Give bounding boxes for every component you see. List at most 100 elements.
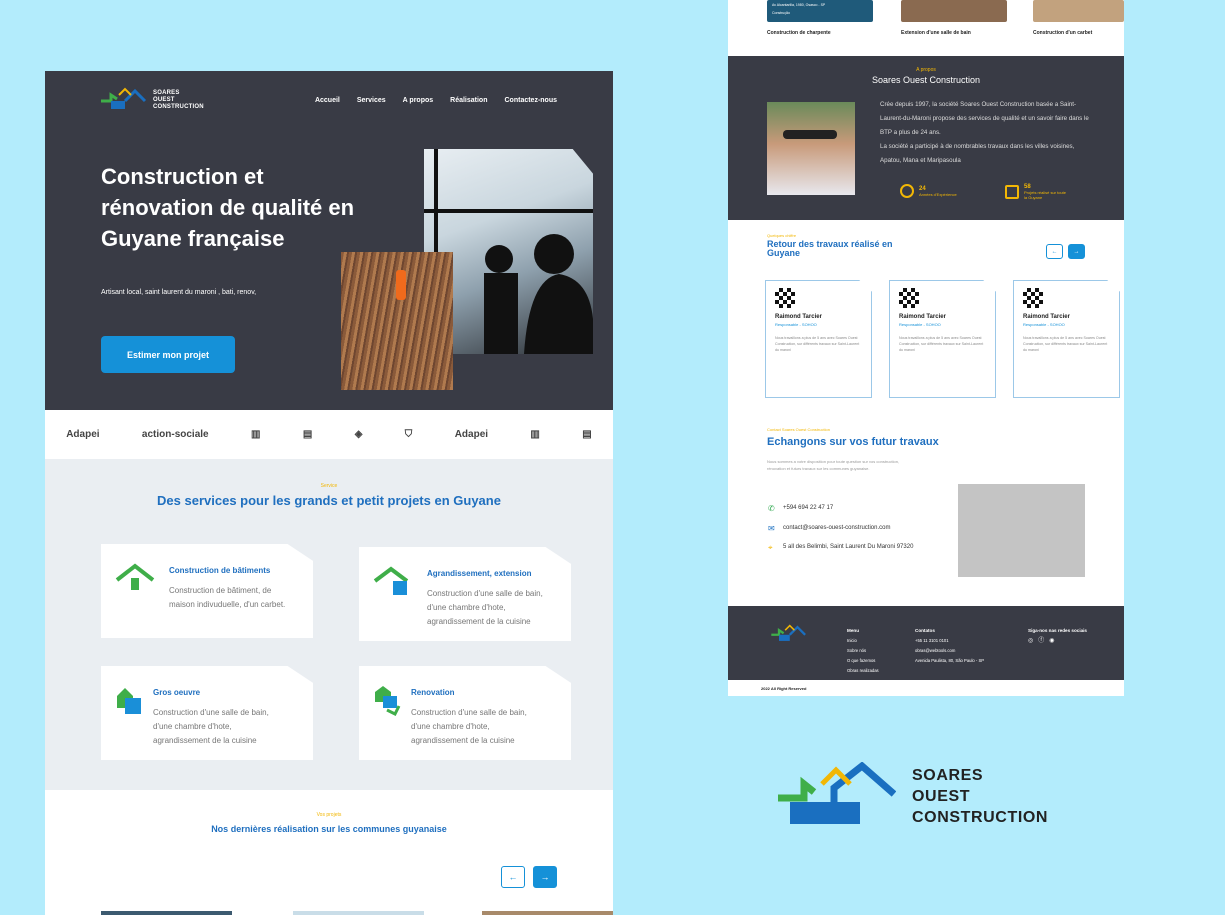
projects-next-button[interactable]: → <box>533 866 557 888</box>
nav-services[interactable]: Services <box>357 97 386 104</box>
map-placeholder[interactable] <box>958 484 1085 577</box>
footer-contacts: Contatos +55 11 3101 0101 obras@webtools… <box>915 628 985 663</box>
service-title: Renovation <box>411 688 455 697</box>
footer-menu: Menu Inicio Sobre nós O que fazemos Obra… <box>847 626 879 676</box>
service-card[interactable]: Agrandissement, extension Construction d… <box>359 547 571 641</box>
hero-title: Construction et rénovation de qualité en… <box>101 164 355 251</box>
realisation-caption: Extension d'une salle de bain <box>901 30 971 36</box>
projects-title: Nos dernières réalisation sur les commun… <box>211 824 447 834</box>
contact-desc: Nous sommes a votre disposition pour tou… <box>767 459 900 471</box>
clock-icon <box>900 184 914 198</box>
landing-page-preview: SOARES OUEST CONSTRUCTION Accueil Servic… <box>45 71 613 915</box>
footer-link[interactable]: Sobre nós <box>847 646 879 656</box>
service-desc: Construction d'une salle de bain, d'une … <box>411 708 527 745</box>
testimonial-card[interactable]: Raimond Tarcier Responsable - SOHOO Nous… <box>1013 280 1120 398</box>
service-desc: Construction d'une salle de bain, d'une … <box>153 708 269 745</box>
logo-line1: SOARES <box>153 89 180 96</box>
twitter-icon[interactable]: ◉ <box>1049 638 1059 644</box>
realisation-caption: Construction de charpente <box>767 30 831 36</box>
logo-line3: CONSTRUCTION <box>912 809 1049 826</box>
logo-icon <box>778 762 896 824</box>
realisation-caption: Construction d'un carbet <box>1033 30 1093 36</box>
qr-icon <box>1023 288 1043 308</box>
testimonial-card[interactable]: Raimond Tarcier Responsable - SOHOO Nous… <box>889 280 996 398</box>
header-logo[interactable]: SOARES OUEST CONSTRUCTION <box>101 87 204 113</box>
stat-experience: 24 Années d'Expérience <box>900 184 957 198</box>
logo-line2: OUEST <box>912 788 971 805</box>
realisation-thumb[interactable] <box>901 0 1007 22</box>
service-card[interactable]: Gros oeuvre Construction d'une salle de … <box>101 666 313 760</box>
service-card[interactable]: Renovation Construction d'une salle de b… <box>359 666 571 760</box>
footer-link[interactable]: O que fazemos <box>847 656 879 666</box>
works-next-button[interactable]: → <box>1068 244 1085 259</box>
brand-logo: SOARES OUEST CONSTRUCTION <box>778 762 1108 832</box>
footer-link[interactable]: Obras realizadas <box>847 666 879 676</box>
services-title: Des services pour les grands et petit pr… <box>157 493 501 508</box>
project-thumb[interactable] <box>293 911 424 915</box>
projects-tag: Vos projets <box>316 812 342 818</box>
contact-address: ⌖ 5 all des Belimbi, Saint Laurent Du Mar… <box>768 543 914 552</box>
service-title: Gros oeuvre <box>153 688 201 697</box>
service-title: Agrandissement, extension <box>427 569 532 578</box>
estimate-button[interactable]: Estimer mon projet <box>101 336 235 373</box>
service-title: Construction de bâtiments <box>169 566 271 575</box>
about-text: Crée depuis 1997, la société Soares Oues… <box>880 98 1090 168</box>
sunglasses-shape <box>783 130 837 139</box>
main-nav: Accueil Services A propos Réalisation Co… <box>315 97 557 104</box>
contact-email[interactable]: ✉ contact@soares-ouest-construction.com <box>768 524 890 533</box>
location-icon: ⌖ <box>768 543 773 552</box>
about-tag: A propos <box>916 67 936 73</box>
logo-line1: SOARES <box>912 767 984 784</box>
partners-strip: Adapei action-sociale ▥ ▤ ◈ ⛉ Adapei ▥ ▤ <box>45 410 613 459</box>
project-thumb[interactable] <box>482 911 613 915</box>
hero-subtitle: Artisant local, saint laurent du maroni … <box>101 289 257 296</box>
partner-logo: ▥ <box>251 429 261 440</box>
partner-logo: ▥ <box>530 429 540 440</box>
logo-line2: OUEST <box>153 96 175 103</box>
works-title: Retour des travaux réalisé en Guyane <box>767 239 893 258</box>
thumb-tag: Construção <box>772 11 790 15</box>
instagram-icon[interactable]: ◎ <box>1028 638 1038 644</box>
owner-photo <box>767 102 855 195</box>
contact-title: Echangons sur vos futur travaux <box>767 436 939 448</box>
qr-icon <box>775 288 795 308</box>
projects-section: Vos projets Nos dernières réalisation su… <box>45 790 613 915</box>
services-tag: Service <box>320 483 338 489</box>
nav-realisation[interactable]: Réalisation <box>450 97 487 104</box>
partner-logo: ◈ <box>354 429 363 440</box>
works-prev-button[interactable]: ← <box>1046 244 1063 259</box>
footer-link[interactable]: Inicio <box>847 636 879 646</box>
testimonial-card[interactable]: Raimond Tarcier Responsable - SOHOO Nous… <box>765 280 872 398</box>
house-icon <box>115 563 155 590</box>
partner-logo: ▤ <box>302 429 313 440</box>
service-desc: Construction d'une salle de bain, d'une … <box>427 589 543 626</box>
about-section: A propos Soares Ouest Construction Crée … <box>728 56 1124 220</box>
nav-contact[interactable]: Contactez-nous <box>505 97 558 104</box>
about-title: Soares Ouest Construction <box>871 75 981 85</box>
contact-tag: Contact Soares Ouest Construction <box>767 427 830 432</box>
hero-photo-site <box>341 252 453 390</box>
hero-section: SOARES OUEST CONSTRUCTION Accueil Servic… <box>45 71 613 410</box>
mail-icon: ✉ <box>768 524 775 533</box>
nav-a-propos[interactable]: A propos <box>403 97 433 104</box>
renovation-icon <box>375 686 401 716</box>
service-card[interactable]: Construction de bâtiments Construction d… <box>101 544 313 638</box>
footer-logo-icon[interactable] <box>770 624 808 644</box>
footer-social: Siga-nos nas redes sociais ◎ⓕ◉ <box>1028 628 1087 644</box>
works-tag: Quelques chiffre <box>767 233 797 238</box>
facebook-icon[interactable]: ⓕ <box>1038 638 1049 644</box>
nav-accueil[interactable]: Accueil <box>315 97 340 104</box>
partner-logo: Adapei <box>66 429 100 440</box>
thumb-address: Av Alcantarilla, 1980, Osasco - SP <box>772 3 826 7</box>
realisation-thumb[interactable] <box>1033 0 1124 22</box>
contact-phone[interactable]: ✆ +594 694 22 47 17 <box>768 504 833 513</box>
about-paragraph-1: Crée depuis 1997, la société Soares Oues… <box>880 101 1089 136</box>
extension-icon <box>373 566 409 595</box>
page-continuation-preview: Av Alcantarilla, 1980, Osasco - SP Const… <box>728 0 1124 696</box>
project-thumb[interactable] <box>101 911 232 915</box>
partner-logo: ⛉ <box>404 429 413 440</box>
worker-figure <box>396 270 406 300</box>
logo-icon <box>101 87 147 109</box>
projects-prev-button[interactable]: ← <box>501 866 525 888</box>
realisation-thumb[interactable]: Av Alcantarilla, 1980, Osasco - SP Const… <box>767 0 873 22</box>
